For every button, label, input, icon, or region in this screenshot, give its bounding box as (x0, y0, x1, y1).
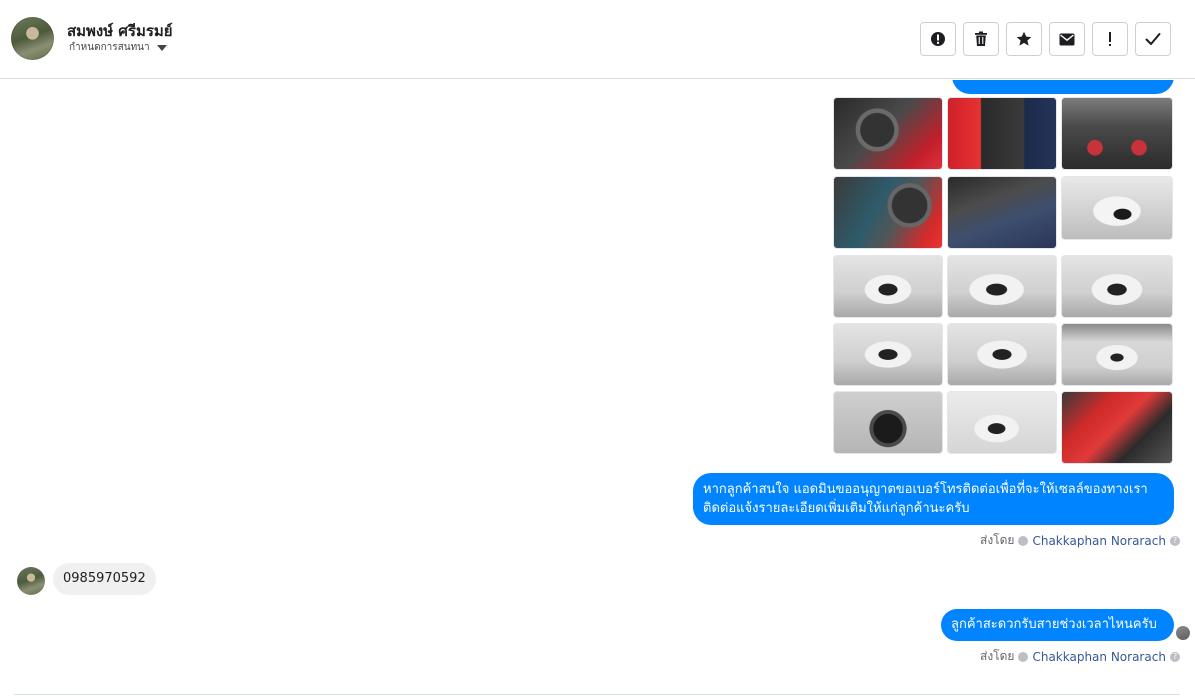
photo-thumbnail[interactable] (833, 391, 943, 454)
sent-by-label: ส่งโดย (980, 649, 1015, 663)
verified-icon (1018, 651, 1029, 662)
outgoing-message-bubble-partial (952, 80, 1174, 94)
photo-thumbnail[interactable] (947, 255, 1057, 318)
photo-thumbnail[interactable] (1061, 391, 1173, 464)
verified-icon (1018, 535, 1029, 546)
composer-divider (14, 694, 1180, 695)
trash-icon (975, 31, 987, 46)
contact-avatar[interactable] (11, 17, 54, 60)
photo-thumbnail[interactable] (833, 323, 943, 386)
check-icon (1145, 33, 1161, 45)
outgoing-message-bubble[interactable]: ลูกค้าสะดวกรับสายช่วงเวลาไหนครับ (941, 609, 1174, 641)
agent-name-link[interactable]: Chakkaphan Norarach (1032, 650, 1165, 664)
outgoing-message-bubble[interactable]: หากลูกค้าสนใจ แอดมินขออนุญาตขอเบอร์โทรติ… (693, 473, 1174, 525)
photo-thumbnail[interactable] (1061, 255, 1173, 318)
exclamation-icon (1109, 32, 1111, 46)
alert-circle-icon (931, 32, 945, 46)
help-icon[interactable]: ? (1169, 651, 1180, 662)
star-button[interactable] (1006, 22, 1042, 56)
photo-thumbnail[interactable] (833, 255, 943, 318)
photo-thumbnail[interactable] (1061, 176, 1173, 240)
agent-name-link[interactable]: Chakkaphan Norarach (1032, 534, 1165, 548)
photo-thumbnail[interactable] (947, 391, 1057, 454)
conversation-label-select[interactable]: กำหนดการสนทนา (69, 40, 167, 55)
sent-by-label: ส่งโดย (980, 533, 1015, 547)
done-button[interactable] (1135, 22, 1171, 56)
photo-thumbnail[interactable] (947, 97, 1057, 170)
follow-up-button[interactable] (1092, 22, 1128, 56)
help-icon[interactable]: ? (1169, 535, 1180, 546)
caret-down-icon (156, 44, 167, 51)
seen-indicator-avatar (1176, 626, 1190, 640)
photo-thumbnail[interactable] (1061, 97, 1173, 170)
message-text: หากลูกค้าสนใจ แอดมินขออนุญาตขอเบอร์โทรติ… (703, 482, 1148, 516)
delete-button[interactable] (963, 22, 999, 56)
photo-thumbnail[interactable] (947, 323, 1057, 386)
incoming-message-bubble[interactable]: 0985970592 (53, 563, 156, 595)
star-icon (1016, 31, 1032, 46)
label-select-text: กำหนดการสนทนา (69, 42, 150, 53)
contact-avatar-small[interactable] (17, 567, 45, 595)
spam-button[interactable] (920, 22, 956, 56)
photo-thumbnail[interactable] (833, 97, 943, 170)
message-list[interactable]: หากลูกค้าสนใจ แอดมินขออนุญาตขอเบอร์โทรติ… (0, 80, 1195, 696)
photo-thumbnail[interactable] (833, 176, 943, 249)
photo-thumbnail[interactable] (947, 176, 1057, 249)
unread-button[interactable] (1049, 22, 1085, 56)
photo-thumbnail[interactable] (1061, 323, 1173, 386)
sent-by-info: ส่งโดย Chakkaphan Norarach ? (980, 647, 1180, 666)
message-text: ลูกค้าสะดวกรับสายช่วงเวลาไหนครับ (951, 617, 1157, 632)
sent-by-info: ส่งโดย Chakkaphan Norarach ? (980, 531, 1180, 550)
conversation-header: สมพงษ์ ศรีมรมย์ กำหนดการสนทนา (0, 0, 1195, 79)
envelope-icon (1059, 33, 1075, 45)
message-text: 0985970592 (63, 571, 146, 586)
